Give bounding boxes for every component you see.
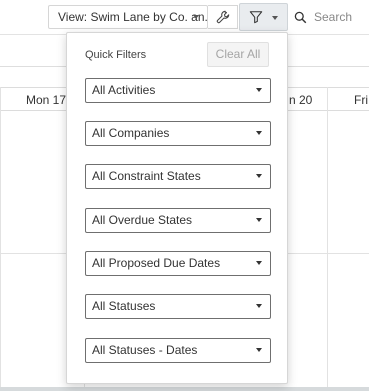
page: View: Swim Lane by Co. an... Search Mon …	[0, 0, 369, 391]
filter-button[interactable]	[239, 3, 288, 31]
view-select-label: View: Swim Lane by Co. an...	[58, 10, 208, 24]
chevron-down-icon	[256, 304, 262, 308]
chevron-down-icon	[256, 261, 262, 265]
clear-all-button[interactable]: Clear All	[207, 42, 269, 67]
funnel-icon	[249, 11, 263, 24]
chevron-down-icon	[256, 218, 262, 222]
chevron-down-icon	[256, 174, 262, 178]
grid-line	[0, 87, 1, 387]
filter-select-label: All Constraint States	[92, 169, 201, 183]
filter-select-statuses[interactable]: All Statuses	[85, 294, 271, 319]
chevron-down-icon	[193, 15, 199, 19]
filter-select-proposed-due-dates[interactable]: All Proposed Due Dates	[85, 251, 271, 276]
filter-select-label: All Statuses - Dates	[92, 343, 198, 357]
filter-select-label: All Companies	[92, 126, 170, 140]
filter-select-constraint-states[interactable]: All Constraint States	[85, 164, 271, 189]
toolbar: View: Swim Lane by Co. an... Search	[0, 0, 369, 35]
day-header-mon: Mon 17	[26, 93, 67, 107]
filter-select-label: All Proposed Due Dates	[92, 256, 221, 270]
chevron-down-icon	[256, 131, 262, 135]
view-select[interactable]: View: Swim Lane by Co. an...	[48, 5, 208, 29]
chevron-down-icon	[272, 16, 278, 20]
chevron-down-icon	[256, 88, 262, 92]
filter-select-label: All Activities	[92, 83, 156, 97]
filter-select-activities[interactable]: All Activities	[85, 78, 271, 103]
quick-filters-popup: Quick Filters Clear All All Activities A…	[66, 32, 288, 384]
settings-button[interactable]	[208, 5, 238, 29]
filter-select-statuses-dates[interactable]: All Statuses - Dates	[85, 338, 271, 363]
day-header-thu: n 20	[289, 93, 313, 107]
wrench-icon	[216, 10, 229, 24]
search-field[interactable]: Search	[290, 5, 369, 29]
bottom-border	[0, 387, 369, 391]
quick-filters-title: Quick Filters	[85, 49, 147, 61]
search-placeholder: Search	[314, 10, 353, 24]
chevron-down-icon	[256, 348, 262, 352]
magnifier-icon	[294, 11, 307, 23]
filter-select-label: All Statuses	[92, 299, 156, 313]
filter-select-companies[interactable]: All Companies	[85, 121, 271, 146]
day-header-fri: Fri	[354, 93, 368, 107]
filter-select-overdue-states[interactable]: All Overdue States	[85, 208, 271, 233]
grid-line	[327, 87, 328, 387]
filter-select-label: All Overdue States	[92, 213, 193, 227]
